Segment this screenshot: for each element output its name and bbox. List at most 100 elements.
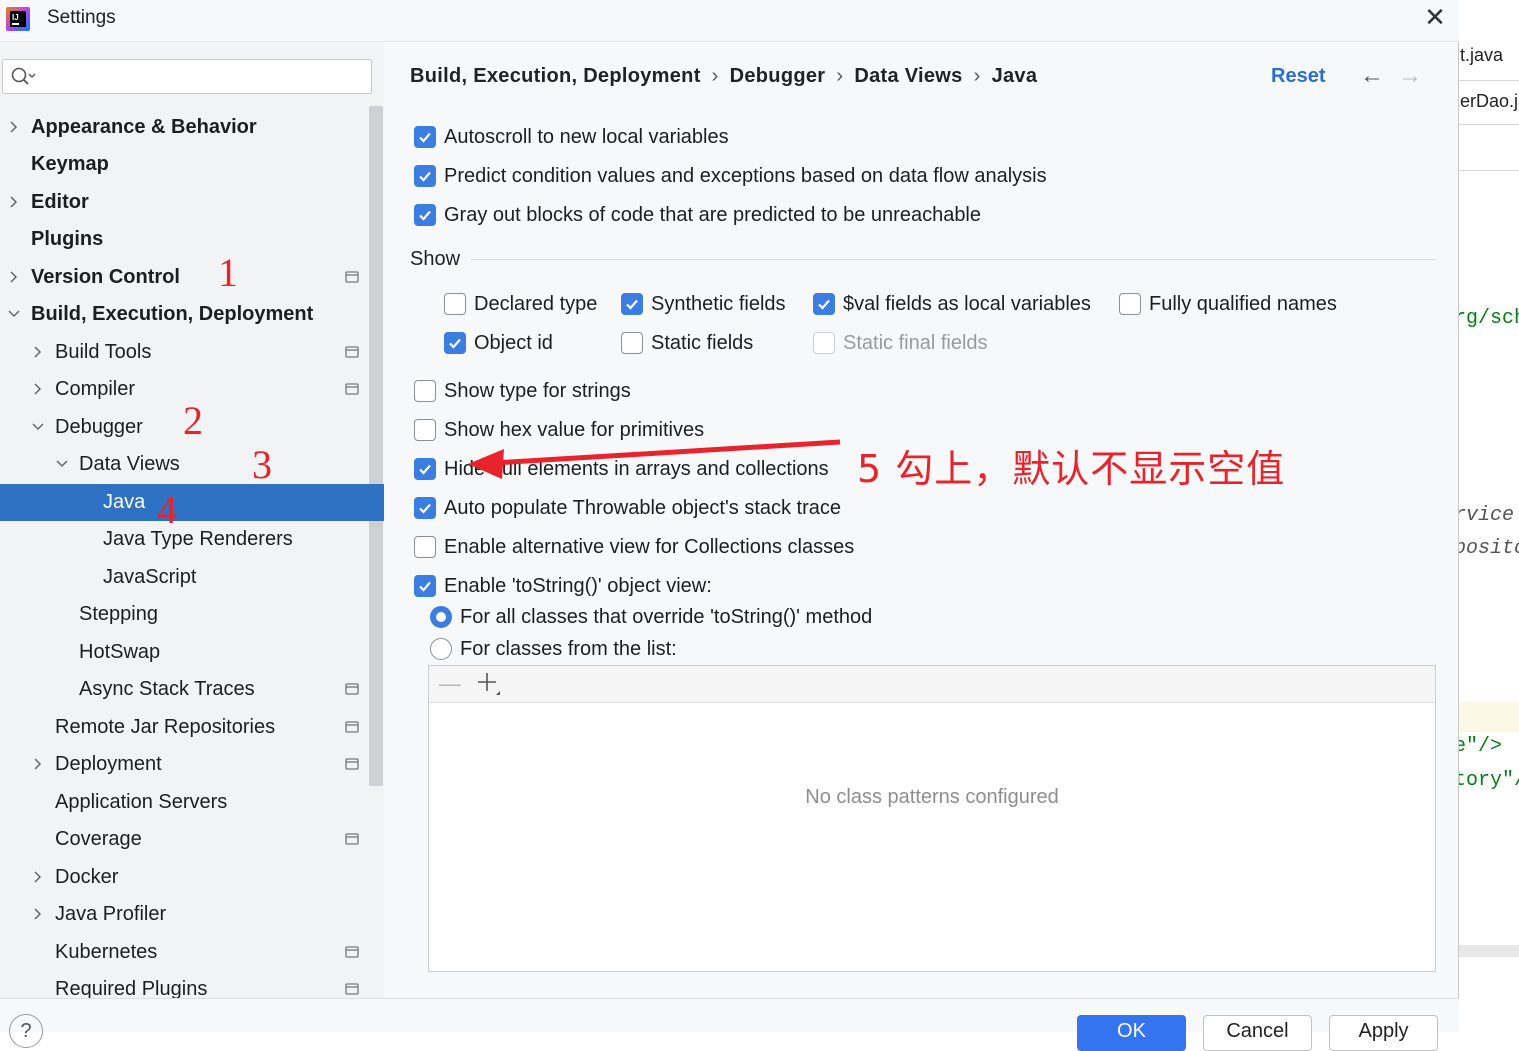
help-button[interactable]: ?: [9, 1014, 43, 1048]
sidebar-item-java[interactable]: Java: [0, 484, 384, 521]
checkbox-unchecked-icon[interactable]: [621, 332, 643, 354]
sidebar-item-version-control[interactable]: Version Control: [0, 259, 384, 296]
sidebar-item-label: Editor: [31, 191, 89, 213]
checkbox-unchecked-icon[interactable]: [414, 380, 436, 402]
project-level-icon: [345, 346, 359, 358]
checkbox-checked-icon[interactable]: [414, 458, 436, 480]
checkbox-checked-icon[interactable]: [414, 204, 436, 226]
sidebar-item-build-tools[interactable]: Build Tools: [0, 334, 384, 371]
sidebar-item-remote-jar-repositories[interactable]: Remote Jar Repositories: [0, 709, 384, 746]
sidebar-item-label: Debugger: [55, 416, 143, 438]
checkbox-label: Gray out blocks of code that are predict…: [444, 204, 982, 226]
sidebar-item-kubernetes[interactable]: Kubernetes: [0, 934, 384, 971]
apply-button[interactable]: Apply: [1329, 1015, 1438, 1051]
sidebar-item-keymap[interactable]: Keymap: [0, 146, 384, 183]
chevron-down-icon[interactable]: [56, 458, 68, 470]
reset-link[interactable]: Reset: [1271, 65, 1325, 88]
breadcrumb: Build, Execution, Deployment › Debugger › Da…: [410, 65, 1037, 88]
chevron-right-icon[interactable]: [8, 196, 20, 208]
sidebar-item-hotswap[interactable]: HotSwap: [0, 634, 384, 671]
sidebar-item-data-views[interactable]: Data Views: [0, 446, 384, 483]
checkbox-label: Enable alternative view for Collections …: [444, 536, 855, 558]
radio-label: For classes from the list:: [460, 638, 677, 660]
search-input[interactable]: [2, 59, 372, 94]
sidebar-item-label: Compiler: [55, 378, 136, 400]
sidebar-item-docker[interactable]: Docker: [0, 859, 384, 896]
sidebar-item-javascript[interactable]: JavaScript: [0, 559, 384, 596]
code-line: tory"/: [1458, 769, 1519, 792]
checkbox-label: Enable 'toString()' object view:: [444, 575, 712, 597]
sidebar-item-java-profiler[interactable]: Java Profiler: [0, 896, 384, 933]
checkbox-checked-icon[interactable]: [621, 293, 643, 315]
chevron-right-icon[interactable]: [8, 271, 20, 283]
sidebar-item-label: Keymap: [31, 153, 109, 175]
close-button[interactable]: ✕: [1418, 2, 1452, 36]
code-line: rvice': [1458, 504, 1519, 527]
sidebar-item-coverage[interactable]: Coverage: [0, 821, 384, 858]
checkbox-unchecked-icon[interactable]: [414, 536, 436, 558]
chevron-right-icon[interactable]: [32, 346, 44, 358]
checkbox-checked-icon[interactable]: [414, 497, 436, 519]
checkbox-checked-icon[interactable]: [414, 126, 436, 148]
show-group-title: Show: [410, 248, 461, 270]
checkbox-checked-icon[interactable]: [813, 293, 835, 315]
window-title: Settings: [47, 7, 116, 28]
checkbox-checked-icon[interactable]: [444, 332, 466, 354]
chevron-down-icon[interactable]: [32, 421, 44, 433]
radio-label: For all classes that override 'toString(…: [460, 606, 873, 628]
sidebar-item-editor[interactable]: Editor: [0, 184, 384, 221]
tab-divider: [1458, 124, 1519, 125]
annotation-number: 2: [183, 398, 203, 443]
sidebar-item-java-type-renderers[interactable]: Java Type Renderers: [0, 521, 384, 558]
settings-content: Build, Execution, Deployment › Debugger › Da…: [384, 43, 1458, 998]
checkbox-checked-icon[interactable]: [414, 575, 436, 597]
add-icon[interactable]: [477, 671, 503, 697]
checkbox-checked-icon[interactable]: [414, 165, 436, 187]
remove-icon[interactable]: —: [439, 673, 461, 695]
checkbox-label: Predict condition values and exceptions …: [444, 165, 1047, 187]
project-level-icon: [345, 983, 359, 995]
sidebar-item-label: Build, Execution, Deployment: [31, 303, 314, 325]
sidebar-item-deployment[interactable]: Deployment: [0, 746, 384, 783]
checkbox-label: $val fields as local variables: [843, 293, 1091, 315]
editor-tab[interactable]: t.java: [1460, 45, 1503, 66]
checkbox-label: Fully qualified names: [1149, 293, 1337, 315]
sidebar-item-label: Build Tools: [55, 341, 152, 363]
dialog-footer: ? OK Cancel Apply: [0, 998, 1459, 1051]
sidebar-item-stepping[interactable]: Stepping: [0, 596, 384, 633]
sidebar-item-plugins[interactable]: Plugins: [0, 221, 384, 258]
annotation-note: 5 勾上，默认不显示空值: [857, 447, 1286, 491]
chevron-right-icon[interactable]: [32, 908, 44, 920]
sidebar-item-build-execution-deployment[interactable]: Build, Execution, Deployment: [0, 296, 384, 333]
chevron-right-icon[interactable]: [32, 758, 44, 770]
project-level-icon: [345, 946, 359, 958]
radio-unselected-icon[interactable]: [430, 638, 452, 660]
editor-tab[interactable]: erDao.ja: [1460, 91, 1519, 112]
checkbox-label: Declared type: [474, 293, 598, 315]
radio-selected-icon[interactable]: [430, 606, 452, 628]
chevron-right-icon[interactable]: [32, 871, 44, 883]
ok-button[interactable]: OK: [1077, 1015, 1186, 1051]
chevron-right-icon[interactable]: [32, 383, 44, 395]
breadcrumb-item: Data Views: [854, 65, 963, 87]
back-arrow-icon[interactable]: ←: [1359, 63, 1385, 89]
sidebar-item-appearance-behavior[interactable]: Appearance & Behavior: [0, 109, 384, 146]
chevron-right-icon[interactable]: [8, 121, 20, 133]
chevron-down-icon[interactable]: [8, 308, 20, 320]
project-level-icon: [345, 833, 359, 845]
checkbox-unchecked-icon[interactable]: [813, 332, 835, 354]
editor-scrollbar[interactable]: [1458, 945, 1519, 957]
checkbox-label: Autoscroll to new local variables: [444, 126, 729, 148]
checkbox-label: Hide null elements in arrays and collect…: [444, 458, 829, 480]
checkbox-unchecked-icon[interactable]: [414, 419, 436, 441]
checkbox-label: Object id: [474, 332, 553, 354]
sidebar-item-async-stack-traces[interactable]: Async Stack Traces: [0, 671, 384, 708]
cancel-button[interactable]: Cancel: [1203, 1015, 1312, 1051]
sidebar-item-required-plugins[interactable]: Required Plugins: [0, 971, 384, 998]
checkbox-label: Static fields: [651, 332, 754, 354]
checkbox-unchecked-icon[interactable]: [1119, 293, 1141, 315]
checkbox-unchecked-icon[interactable]: [444, 293, 466, 315]
sidebar-item-application-servers[interactable]: Application Servers: [0, 784, 384, 821]
background-editor: t.java erDao.ja rg/sch rvice' posito e"/…: [1458, 0, 1519, 1032]
forward-arrow-icon[interactable]: →: [1397, 63, 1423, 89]
